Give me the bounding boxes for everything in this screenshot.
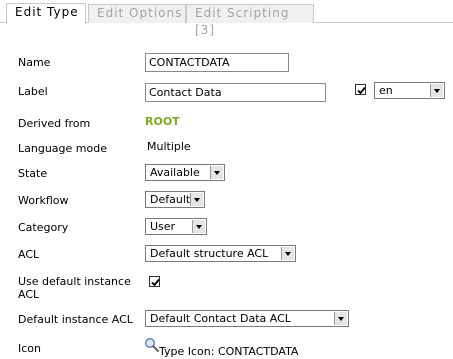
use-default-instance-acl-label-line1: Use default instance (18, 275, 131, 288)
acl-select-value: Default structure ACL (150, 247, 269, 260)
chevron-down-icon (334, 312, 347, 325)
tab-bar: Edit Type Edit Options Edit Scripting [3… (0, 0, 453, 37)
language-select-value: en (379, 84, 393, 97)
language-mode-label: Language mode (18, 142, 107, 155)
chevron-down-icon (210, 166, 223, 179)
workflow-select-value: Default (150, 193, 191, 206)
chevron-down-icon (430, 84, 443, 97)
use-default-instance-acl-label-line2: ACL (18, 288, 40, 301)
label-input[interactable]: Contact Data (145, 83, 326, 102)
label-multilang-checkbox[interactable] (355, 84, 366, 95)
tab-edit-scripting[interactable]: Edit Scripting [3] (186, 4, 314, 37)
acl-select[interactable]: Default structure ACL (145, 245, 296, 262)
default-instance-acl-select-value: Default Contact Data ACL (150, 312, 291, 325)
icon-label: Icon (18, 342, 41, 355)
derived-from-value[interactable]: ROOT (145, 115, 180, 128)
workflow-label: Workflow (18, 194, 69, 207)
language-mode-value: Multiple (147, 140, 191, 153)
magnifier-icon[interactable] (144, 337, 160, 353)
type-icon-link[interactable]: Type Icon: CONTACTDATA (159, 345, 298, 358)
category-select-value: User (150, 220, 176, 233)
category-select[interactable]: User (145, 218, 207, 235)
chevron-down-icon (281, 247, 294, 260)
tab-edit-options[interactable]: Edit Options (88, 4, 186, 23)
derived-from-label: Derived from (18, 117, 91, 130)
use-default-instance-acl-label: Use default instance ACL (18, 275, 131, 301)
chevron-down-icon (192, 220, 205, 233)
state-select[interactable]: Available (145, 164, 225, 181)
acl-label: ACL (18, 248, 40, 261)
default-instance-acl-select[interactable]: Default Contact Data ACL (145, 310, 349, 327)
default-instance-acl-label: Default instance ACL (18, 313, 133, 326)
workflow-select[interactable]: Default (145, 191, 205, 208)
category-label: Category (18, 221, 69, 234)
state-select-value: Available (150, 166, 200, 179)
checkmark-icon (357, 86, 366, 95)
checkmark-icon (151, 278, 160, 287)
use-default-instance-acl-checkbox[interactable] (149, 276, 160, 287)
label-label: Label (18, 85, 48, 98)
chevron-down-icon (190, 193, 203, 206)
name-label: Name (18, 56, 51, 69)
name-input[interactable]: CONTACTDATA (145, 53, 289, 72)
tab-edit-type[interactable]: Edit Type (6, 3, 86, 24)
state-label: State (18, 167, 48, 180)
language-select[interactable]: en (374, 82, 445, 99)
